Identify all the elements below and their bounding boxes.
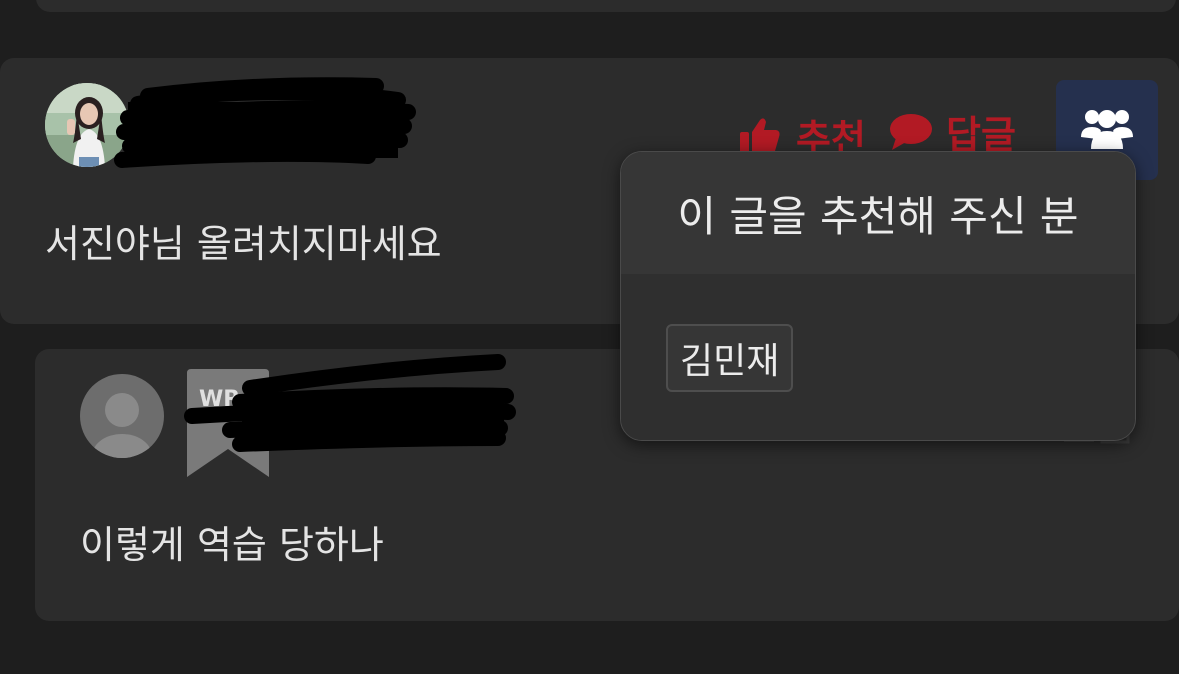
user-silhouette-icon[interactable] [80, 374, 164, 458]
popup-title: 이 글을 추천해 주신 분 [621, 152, 1135, 274]
comment-text-1: 서진야님 올려치지마세요 [45, 222, 442, 266]
speech-bubble-icon [888, 112, 934, 152]
recommenders-popup: 이 글을 추천해 주신 분 김민재 [620, 151, 1136, 441]
thumbs-up-icon [738, 116, 782, 156]
redacted-username-1 [114, 77, 416, 168]
comment-text-2: 이렇게 역습 당하나 [80, 523, 384, 567]
recommenders-list: 김민재 [621, 274, 1135, 440]
previous-comment-card [36, 0, 1176, 12]
redacted-username-2 [184, 354, 516, 452]
users-group-icon [1079, 105, 1135, 155]
comment-list: 서진야님 올려치지마세요 추천 답글 WR 이렇게 역습 당하나 이 글을 추천… [0, 0, 1179, 674]
recommender-name-chip[interactable]: 김민재 [666, 324, 794, 392]
